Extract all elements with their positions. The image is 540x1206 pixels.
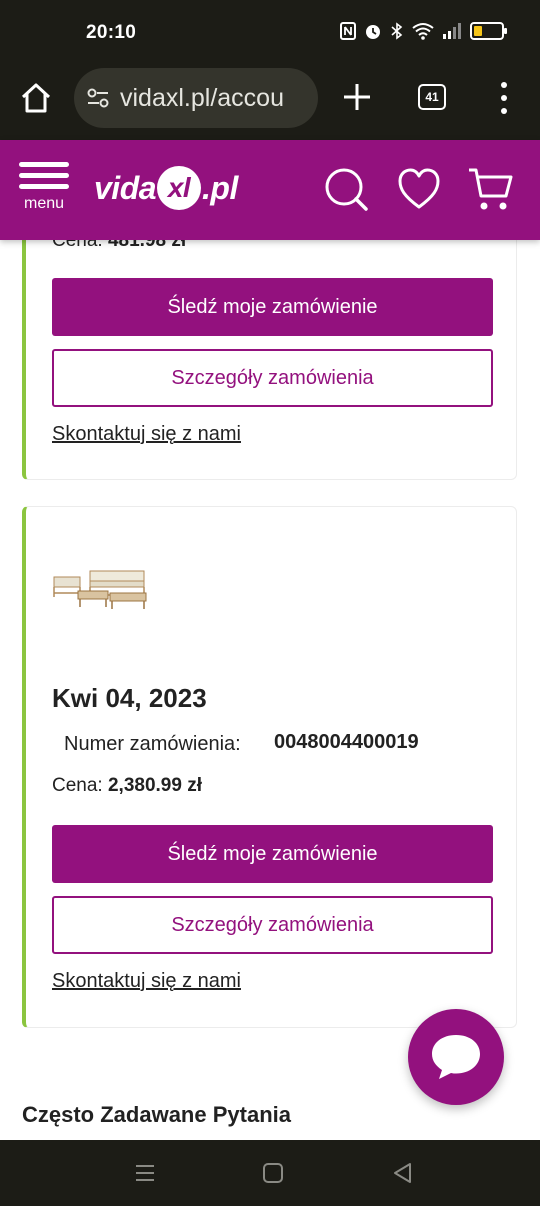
contact-us-link[interactable]: Skontaktuj się z nami xyxy=(52,970,241,993)
track-order-button[interactable]: Śledź moje zamówienie xyxy=(52,278,493,336)
tab-count: 41 xyxy=(425,90,439,104)
search-icon[interactable] xyxy=(320,164,370,214)
chat-bubble-icon xyxy=(432,1035,480,1079)
site-header: menu vida xl .pl xyxy=(0,140,540,240)
contact-us-link[interactable]: Skontaktuj się z nami xyxy=(52,423,241,446)
order-price: Cena: 2,380.99 zł xyxy=(52,775,202,797)
battery-level xyxy=(474,26,482,36)
nfc-icon xyxy=(340,22,356,40)
status-icons xyxy=(340,22,507,40)
order-number-value: 0048004400019 xyxy=(274,731,419,753)
logo-text-left: vida xyxy=(94,169,157,206)
system-nav-bar xyxy=(0,1140,540,1206)
hamburger-icon xyxy=(19,162,69,189)
chat-button[interactable] xyxy=(408,1009,504,1105)
heart-icon[interactable] xyxy=(394,164,444,214)
order-number-label: Numer zamówienia: xyxy=(64,733,241,755)
price-label: Cena: xyxy=(52,775,103,796)
price-value: 2,380.99 zł xyxy=(107,775,203,796)
battery-icon xyxy=(470,22,507,40)
url-bar[interactable]: vidaxl.pl/accou xyxy=(74,68,318,128)
order-details-button[interactable]: Szczegóły zamówienia xyxy=(52,349,493,407)
site-settings-icon[interactable] xyxy=(84,84,112,112)
logo-text-right: .pl xyxy=(202,169,238,206)
cart-icon[interactable] xyxy=(466,164,516,214)
status-bar: 20:10 xyxy=(0,0,540,66)
logo-xl-badge: xl xyxy=(157,166,202,210)
order-card: Kwi 04, 2023 Numer zamówienia: 004800440… xyxy=(22,506,517,1028)
home-nav-icon[interactable] xyxy=(260,1160,286,1186)
menu-label: menu xyxy=(23,195,65,212)
browser-toolbar: vidaxl.pl/accou 41 xyxy=(0,66,540,140)
order-details-button[interactable]: Szczegóły zamówienia xyxy=(52,896,493,954)
menu-button[interactable]: menu xyxy=(16,162,72,222)
track-order-button[interactable]: Śledź moje zamówienie xyxy=(52,825,493,883)
order-date: Kwi 04, 2023 xyxy=(52,683,207,713)
alarm-icon xyxy=(366,25,380,39)
url-text: vidaxl.pl/accou xyxy=(120,83,284,112)
wifi-icon xyxy=(412,23,434,40)
status-time: 20:10 xyxy=(86,22,137,43)
tab-switcher-button[interactable]: 41 xyxy=(418,84,446,110)
faq-heading: Często Zadawane Pytania xyxy=(22,1102,291,1127)
signal-icon xyxy=(443,23,461,39)
recent-apps-icon[interactable] xyxy=(132,1160,158,1186)
vidaxl-logo[interactable]: vida xl .pl xyxy=(94,162,238,214)
more-options-icon[interactable] xyxy=(494,82,514,114)
new-tab-icon[interactable] xyxy=(340,80,374,114)
product-thumbnail[interactable] xyxy=(52,565,152,615)
home-icon[interactable] xyxy=(18,80,54,116)
back-nav-icon[interactable] xyxy=(390,1160,416,1186)
bluetooth-icon xyxy=(391,22,403,40)
